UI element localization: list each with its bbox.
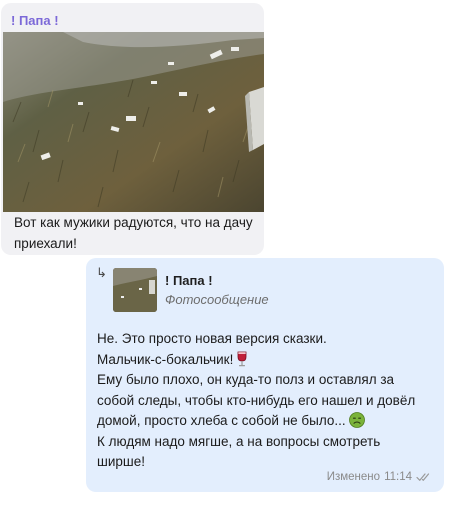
double-check-icon — [416, 473, 430, 481]
message-line: ширше! — [97, 454, 145, 469]
message-line-text: домой, просто хлеба с собой не было... — [97, 413, 346, 428]
photo-attachment[interactable] — [3, 32, 264, 212]
chat-view: ! Папа ! Вот как мужики радуются, что на… — [0, 0, 462, 510]
sender-name[interactable]: ! Папа ! — [11, 13, 59, 28]
message-line: Не. Это просто новая версия сказки. — [97, 331, 327, 346]
message-line: К людям надо мягше, а на вопросы смотрет… — [97, 433, 381, 449]
quoted-photo-thumbnail[interactable] — [113, 268, 157, 312]
incoming-message[interactable]: ! Папа ! Вот как мужики радуются, что на… — [1, 3, 264, 255]
reply-arrow-icon: ↳ — [96, 265, 107, 280]
nauseated-face-icon — [348, 412, 365, 428]
quoted-sender-name[interactable]: ! Папа ! — [165, 273, 213, 288]
message-status: Изменено 11:14 — [327, 471, 432, 483]
quoted-photo-image — [113, 268, 157, 312]
message-text: Не. Это просто новая версия сказки. Маль… — [97, 329, 427, 473]
message-line: собой следы, чтобы кто-нибудь его нашел … — [97, 392, 416, 408]
message-line: Ему было плохо, он куда-то полз и оставл… — [97, 372, 395, 387]
message-line-text: Мальчик-с-бокальчик! — [97, 351, 234, 367]
message-line: Мальчик-с-бокальчик! — [97, 350, 427, 371]
message-caption: Вот как мужики радуются, что на дачу при… — [14, 215, 253, 251]
outgoing-message[interactable]: ↳ ! Папа ! Фотосообщение Не. Это просто … — [86, 258, 444, 492]
quoted-message-type: Фотосообщение — [165, 292, 269, 307]
message-line: домой, просто хлеба с собой не было... — [97, 411, 427, 432]
edited-label: Изменено — [326, 471, 381, 483]
photo-image — [3, 32, 264, 212]
wine-glass-icon — [237, 351, 247, 366]
message-time: 11:14 — [384, 471, 412, 483]
